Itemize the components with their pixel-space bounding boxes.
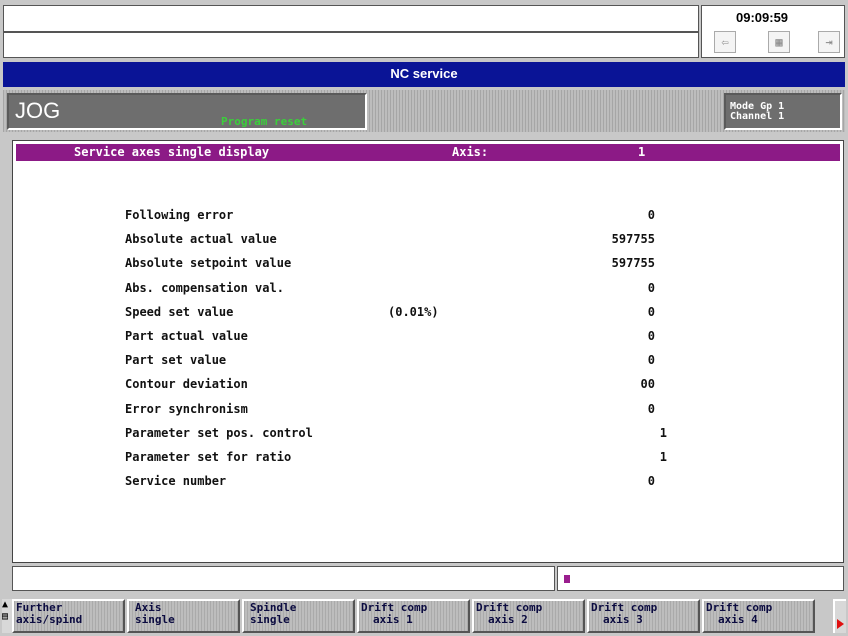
softkey-label-line-2: axis/spind (16, 613, 83, 626)
clock-area: 09:09:59 ⇦ ▦ ⇥ (701, 5, 845, 58)
value-label: Service number (125, 474, 227, 489)
main-panel: Service axes single display Axis: 1 Foll… (12, 140, 844, 563)
value-label: Part actual value (125, 329, 248, 343)
value-number: 0 (647, 401, 655, 416)
value-number: 1 (659, 450, 667, 464)
value-number: 597755 (611, 232, 655, 247)
softkey-7[interactable]: Drift comp axis 4 (702, 599, 815, 633)
title-bar: NC service (3, 62, 845, 87)
softkey-label-line-2: axis 1 (373, 613, 413, 626)
value-label: Following error (125, 208, 234, 222)
list-item: Parameter set for ratio 1 (13, 450, 833, 468)
value-label: Speed set value (125, 304, 234, 319)
channel-switch-icon: ⇦ (714, 31, 736, 53)
program-status: Program reset (221, 115, 308, 128)
list-item: Error synchronism 0 (13, 402, 833, 420)
softkey-1[interactable]: Further axis/spind (12, 599, 125, 633)
panel-heading: Service axes single display (74, 145, 270, 159)
list-item: Speed set value (0.01%) 0 (13, 305, 833, 323)
list-item: Abs. compensation val. 0 (13, 281, 833, 299)
list-item: Following error 0 (13, 208, 833, 226)
list-item: Part actual value 0 (13, 329, 833, 347)
value-number: 0 (647, 280, 655, 295)
softkey-4[interactable]: Drift comp axis 1 (357, 599, 470, 633)
value-label: Contour deviation (125, 377, 248, 392)
mode-group-box: Mode Gp 1 Channel 1 (724, 93, 842, 130)
exit-icon: ⇥ (818, 31, 840, 53)
value-number: 1 (659, 425, 667, 440)
mode-box: JOG Program reset (7, 93, 367, 130)
list-item: Contour deviation 00 (13, 377, 833, 395)
value-label: Abs. compensation val. (125, 280, 284, 295)
value-label: Parameter set for ratio (125, 450, 292, 464)
etc-softkey[interactable] (833, 599, 846, 633)
list-item: Service number 0 (13, 474, 833, 492)
softkey-label-line-2: axis 2 (488, 613, 528, 626)
mode-label: JOG (15, 98, 61, 123)
softkey-3[interactable]: Spindle single (242, 599, 355, 633)
softkey-label-line-2: single (135, 613, 175, 626)
value-number: 0 (647, 329, 655, 343)
heading-bar: Service axes single display Axis: 1 (15, 143, 841, 162)
softkey-label-line-2: axis 4 (718, 613, 758, 626)
softkey-label-line-2: single (250, 613, 290, 626)
list-item: Parameter set pos. control 1 (13, 426, 833, 444)
status-line-1 (3, 5, 699, 32)
value-number: 0 (647, 304, 655, 319)
value-label: Part set value (125, 353, 227, 368)
axis-label: Axis: (452, 145, 489, 159)
value-label: Parameter set pos. control (125, 425, 313, 440)
clock: 09:09:59 (736, 10, 789, 25)
list-item: Absolute actual value 597755 (13, 232, 833, 250)
status-line-2 (3, 32, 699, 58)
etc-arrow-icon (837, 619, 844, 629)
axis-number: 1 (638, 145, 646, 159)
message-line-right (557, 566, 844, 591)
page-title: NC service (390, 66, 458, 81)
value-label: Absolute setpoint value (125, 256, 292, 271)
softkey-label-line-2: axis 3 (603, 613, 643, 626)
value-label: Error synchronism (125, 401, 248, 416)
list-item: Part set value 0 (13, 353, 833, 371)
value-label: Absolute actual value (125, 232, 277, 247)
softkey-5[interactable]: Drift comp axis 2 (472, 599, 585, 633)
input-cursor (564, 575, 570, 583)
value-number: 0 (647, 208, 655, 222)
softkey-6[interactable]: Drift comp axis 3 (587, 599, 700, 633)
value-number: 00 (640, 377, 655, 392)
value-number: 0 (647, 474, 655, 489)
value-number: 597755 (611, 256, 655, 271)
value-unit: (0.01%) (388, 304, 439, 319)
softkey-2[interactable]: Axis single (127, 599, 240, 633)
message-line-left (12, 566, 555, 591)
channel: Channel 1 (730, 111, 785, 122)
keyboard-icon: ▦ (768, 31, 790, 53)
list-item: Absolute setpoint value 597755 (13, 256, 833, 274)
value-number: 0 (647, 353, 655, 368)
recall-arrow-icon[interactable]: ▲ ▤ (2, 599, 12, 633)
